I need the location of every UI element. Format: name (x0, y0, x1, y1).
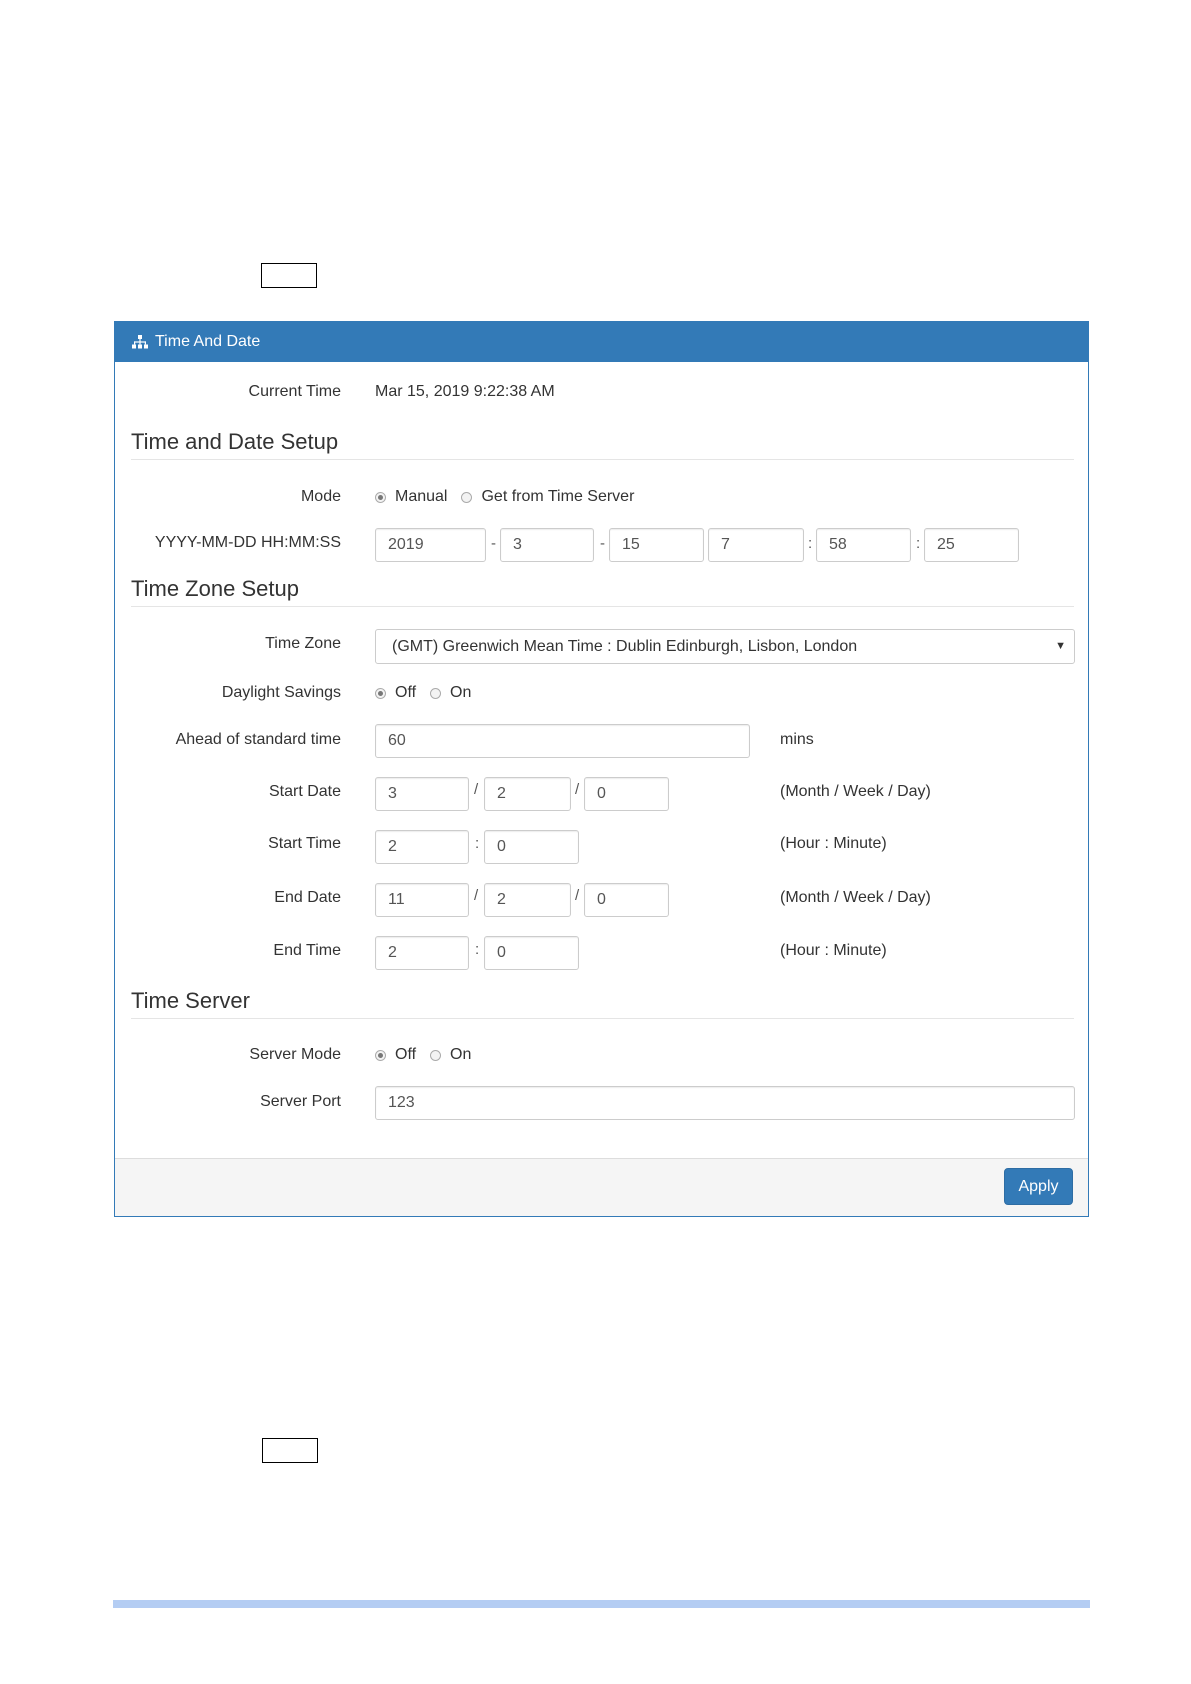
end-week-input[interactable]: 2 (484, 883, 571, 917)
section-heading-time-date-setup: Time and Date Setup (131, 429, 1074, 460)
start-date-hint: (Month / Week / Day) (780, 783, 931, 800)
time-zone-select[interactable]: (GMT) Greenwich Mean Time : Dublin Edinb… (375, 629, 1075, 664)
daylight-savings-radio-group: Off On (375, 684, 485, 702)
date-separator: - (600, 535, 605, 552)
end-minute-input[interactable]: 0 (484, 936, 579, 970)
day-input[interactable]: 15 (609, 528, 704, 562)
minute-input[interactable]: 58 (816, 528, 911, 562)
mode-radio-group: Manual Get from Time Server (375, 488, 648, 506)
date-separator: - (491, 535, 496, 552)
start-week-input[interactable]: 2 (484, 777, 571, 811)
end-date-hint: (Month / Week / Day) (780, 889, 931, 906)
ahead-input[interactable]: 60 (375, 724, 750, 758)
server-off-radio[interactable] (375, 1049, 386, 1061)
daylight-on-radio[interactable] (430, 687, 442, 699)
start-time-hint: (Hour : Minute) (780, 835, 887, 852)
start-day-input[interactable]: 0 (584, 777, 669, 811)
slash-separator: / (575, 887, 580, 904)
colon-separator: : (475, 941, 480, 958)
slash-separator: / (575, 781, 580, 798)
document-box-bottom (262, 1438, 318, 1463)
start-month-input[interactable]: 3 (375, 777, 469, 811)
time-zone-label: Time Zone (265, 635, 341, 652)
end-day-input[interactable]: 0 (584, 883, 669, 917)
ahead-label: Ahead of standard time (175, 731, 341, 748)
time-separator: : (916, 535, 921, 552)
start-hour-input[interactable]: 2 (375, 830, 469, 864)
daylight-savings-label: Daylight Savings (221, 684, 341, 701)
hour-input[interactable]: 7 (708, 528, 804, 562)
server-port-label: Server Port (260, 1093, 341, 1110)
page-rule (113, 1600, 1090, 1608)
server-mode-label: Server Mode (249, 1046, 341, 1063)
end-hour-input[interactable]: 2 (375, 936, 469, 970)
chevron-down-icon: ▼ (1055, 640, 1066, 652)
start-time-label: Start Time (268, 835, 341, 852)
end-month-input[interactable]: 11 (375, 883, 469, 917)
mode-label: Mode (300, 488, 341, 505)
current-time-label: Current Time (248, 383, 341, 400)
time-zone-selected: (GMT) Greenwich Mean Time : Dublin Edinb… (392, 638, 858, 655)
server-mode-radio-group: Off On (375, 1046, 485, 1064)
time-and-date-panel: Time And Date Current Time Mar 15, 2019 … (114, 321, 1089, 1217)
mode-time-server-radio[interactable] (461, 491, 473, 503)
server-on-label[interactable]: On (450, 1046, 471, 1064)
document-box-top (261, 263, 317, 288)
server-on-radio[interactable] (430, 1049, 442, 1061)
year-input[interactable]: 2019 (375, 528, 486, 562)
panel-heading: Time And Date (115, 322, 1088, 362)
second-input[interactable]: 25 (924, 528, 1019, 562)
apply-button[interactable]: Apply (1004, 1168, 1073, 1205)
end-time-label: End Time (273, 942, 341, 959)
panel-footer: Apply (115, 1158, 1088, 1216)
start-minute-input[interactable]: 0 (484, 830, 579, 864)
mode-time-server-label[interactable]: Get from Time Server (481, 488, 634, 506)
ahead-unit: mins (780, 731, 814, 748)
sitemap-icon (132, 335, 148, 349)
slash-separator: / (474, 887, 479, 904)
time-separator: : (808, 535, 813, 552)
daylight-off-label[interactable]: Off (395, 684, 416, 702)
colon-separator: : (475, 835, 480, 852)
section-heading-time-server: Time Server (131, 988, 1074, 1019)
current-time-value: Mar 15, 2019 9:22:38 AM (375, 383, 555, 400)
start-date-label: Start Date (268, 783, 341, 800)
server-off-label[interactable]: Off (395, 1046, 416, 1064)
daylight-on-label[interactable]: On (450, 684, 471, 702)
slash-separator: / (474, 781, 479, 798)
end-date-label: End Date (274, 889, 341, 906)
datetime-label: YYYY-MM-DD HH:MM:SS (154, 534, 341, 551)
section-heading-time-zone-setup: Time Zone Setup (131, 576, 1074, 607)
end-time-hint: (Hour : Minute) (780, 942, 887, 959)
panel-title: Time And Date (155, 333, 261, 350)
daylight-off-radio[interactable] (375, 687, 386, 699)
server-port-input[interactable]: 123 (375, 1086, 1075, 1120)
mode-manual-label[interactable]: Manual (395, 488, 447, 506)
mode-manual-radio[interactable] (375, 491, 386, 503)
month-input[interactable]: 3 (500, 528, 594, 562)
